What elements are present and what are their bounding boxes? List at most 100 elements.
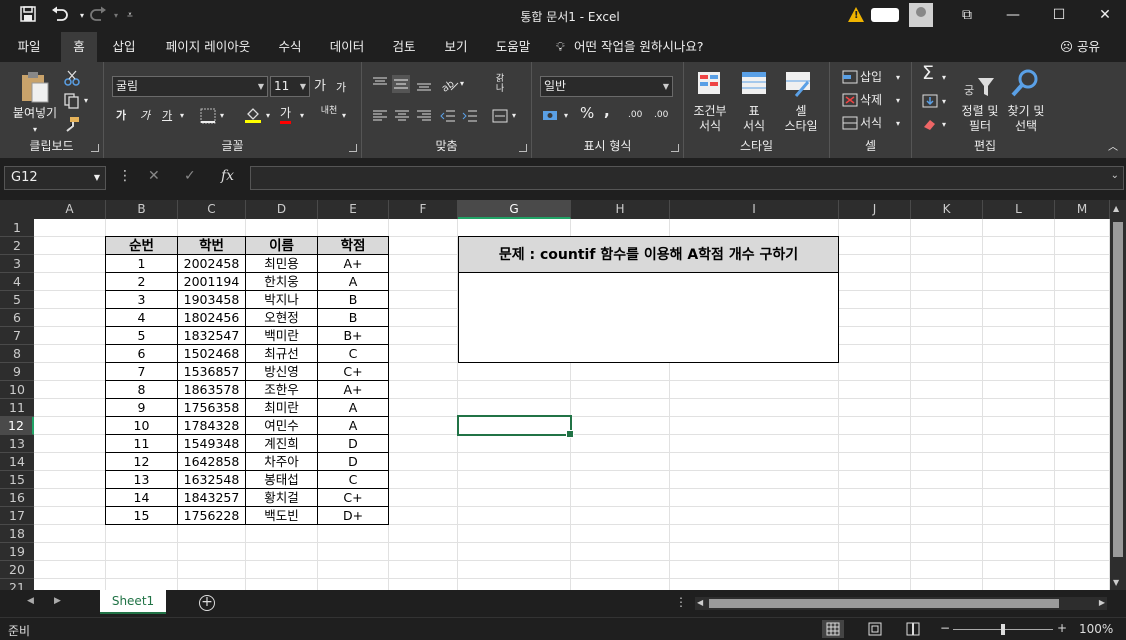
cell-name[interactable]: 최규선 — [245, 344, 318, 363]
cell-grade[interactable]: C — [317, 344, 389, 363]
phonetic-dropdown-icon[interactable]: ▾ — [342, 108, 346, 123]
merge-center-icon[interactable] — [492, 108, 508, 124]
number-format-select[interactable]: 일반 ▼ — [540, 76, 673, 97]
delete-cells-button[interactable]: 삭제 — [860, 93, 882, 108]
bottom-align-icon[interactable] — [416, 76, 432, 92]
borders-icon[interactable] — [200, 108, 216, 124]
tab-insert[interactable]: 삽입 — [104, 32, 144, 62]
fill-dropdown-icon[interactable]: ▾ — [942, 94, 946, 109]
alignment-launcher-icon[interactable] — [519, 144, 527, 152]
column-header-l[interactable]: L — [983, 200, 1055, 219]
sheet-tab-sheet1[interactable]: Sheet1 — [100, 590, 166, 614]
paste-button[interactable]: 붙여넣기 — [6, 106, 64, 121]
format-dropdown-icon[interactable]: ▾ — [896, 116, 900, 131]
minimize-button[interactable]: — — [990, 0, 1036, 32]
cell-grade[interactable]: C+ — [317, 488, 389, 507]
cell-grade[interactable]: B+ — [317, 326, 389, 345]
clipboard-launcher-icon[interactable] — [91, 144, 99, 152]
row-header-4[interactable]: 4 — [0, 273, 34, 291]
delete-dropdown-icon[interactable]: ▾ — [896, 93, 900, 108]
column-header-k[interactable]: K — [911, 200, 983, 219]
column-header-g[interactable]: G — [458, 200, 571, 219]
phonetic-button[interactable]: 내천 — [318, 106, 340, 116]
align-center-icon[interactable] — [394, 108, 410, 124]
add-sheet-button[interactable]: + — [199, 595, 215, 611]
row-header-2[interactable]: 2 — [0, 237, 34, 255]
close-button[interactable]: ✕ — [1082, 0, 1126, 32]
cell-student-id[interactable]: 1832547 — [177, 326, 246, 345]
cell-number[interactable]: 5 — [105, 326, 178, 345]
tell-me-search[interactable]: 💡︎ 어떤 작업을 원하시나요? — [556, 32, 704, 62]
cell-name[interactable]: 백미란 — [245, 326, 318, 345]
maximize-button[interactable]: ☐ — [1036, 0, 1082, 32]
cancel-entry-button[interactable]: ✕ — [148, 168, 160, 184]
vertical-scroll-thumb[interactable] — [1113, 222, 1123, 557]
row-header-9[interactable]: 9 — [0, 363, 34, 381]
cell-grade[interactable]: D+ — [317, 506, 389, 525]
cell-name[interactable]: 차주아 — [245, 452, 318, 471]
column-header-f[interactable]: F — [389, 200, 458, 219]
bold-button[interactable]: 가 — [116, 108, 126, 123]
conditional-formatting-icon[interactable] — [696, 70, 726, 98]
cell-grade[interactable]: A+ — [317, 380, 389, 399]
cell-name[interactable]: 봉태섭 — [245, 470, 318, 489]
vertical-scrollbar[interactable]: ▲ ▼ — [1110, 200, 1126, 590]
increase-decimal-button[interactable]: .00 — [628, 108, 642, 123]
row-header-17[interactable]: 17 — [0, 507, 34, 525]
cell-number[interactable]: 8 — [105, 380, 178, 399]
orientation-dropdown-icon[interactable]: ▾ — [460, 76, 464, 91]
tab-review[interactable]: 검토 — [384, 32, 424, 62]
comma-style-button[interactable]: , — [604, 104, 610, 119]
row-header-11[interactable]: 11 — [0, 399, 34, 417]
cell-number[interactable]: 13 — [105, 470, 178, 489]
insert-cells-button[interactable]: 삽입 — [860, 70, 882, 85]
grow-font-button[interactable]: 가 — [314, 79, 326, 94]
scroll-up-icon[interactable]: ▲ — [1113, 204, 1119, 213]
format-as-table-button[interactable]: 표 서식 — [732, 104, 776, 134]
zoom-in-button[interactable]: + — [1057, 621, 1067, 635]
cell-grade[interactable]: A+ — [317, 254, 389, 273]
underline-button[interactable]: 가 — [162, 108, 172, 123]
decrease-decimal-button[interactable]: .00 — [654, 108, 668, 123]
prev-sheet-icon[interactable]: ◀ — [27, 596, 34, 606]
row-header-18[interactable]: 18 — [0, 525, 34, 543]
header-cell-number[interactable]: 순번 — [105, 236, 178, 255]
copy-dropdown-icon[interactable]: ▾ — [84, 93, 88, 108]
zoom-slider-handle[interactable] — [1001, 624, 1005, 635]
accounting-format-icon[interactable] — [542, 108, 562, 124]
cell-number[interactable]: 15 — [105, 506, 178, 525]
underline-dropdown-icon[interactable]: ▾ — [180, 108, 184, 123]
italic-button[interactable]: 가 — [140, 108, 150, 123]
row-header-8[interactable]: 8 — [0, 345, 34, 363]
column-header-b[interactable]: B — [106, 200, 178, 219]
cell-grade[interactable]: D — [317, 434, 389, 453]
row-header-21[interactable]: 21 — [0, 579, 34, 590]
autosum-dropdown-icon[interactable]: ▾ — [942, 70, 946, 85]
wrap-text-button[interactable]: 갉나 — [492, 74, 508, 94]
page-layout-view-icon[interactable] — [864, 620, 886, 638]
cell-student-id[interactable]: 1802456 — [177, 308, 246, 327]
tab-data[interactable]: 데이터 — [322, 32, 372, 62]
cell-number[interactable]: 1 — [105, 254, 178, 273]
row-header-12[interactable]: 12 — [0, 417, 34, 435]
tab-file[interactable]: 파일 — [6, 32, 52, 62]
header-cell-student-id[interactable]: 학번 — [177, 236, 246, 255]
avatar[interactable] — [909, 3, 933, 27]
cell-number[interactable]: 6 — [105, 344, 178, 363]
row-header-5[interactable]: 5 — [0, 291, 34, 309]
insert-cells-icon[interactable] — [842, 70, 858, 84]
formula-input[interactable]: ⌄ — [250, 166, 1124, 190]
tab-help[interactable]: 도움말 — [488, 32, 538, 62]
redo-icon[interactable] — [88, 6, 108, 26]
column-header-c[interactable]: C — [178, 200, 246, 219]
user-name[interactable] — [871, 8, 899, 22]
cell-number[interactable]: 9 — [105, 398, 178, 417]
font-color-button[interactable]: 가 — [280, 106, 292, 124]
paste-dropdown-icon[interactable]: ▾ — [28, 122, 42, 137]
tab-page-layout[interactable]: 페이지 레이아웃 — [156, 32, 260, 62]
row-header-6[interactable]: 6 — [0, 309, 34, 327]
align-left-icon[interactable] — [372, 108, 388, 124]
cell-styles-button[interactable]: 셀 스타일 — [776, 104, 826, 134]
row-header-20[interactable]: 20 — [0, 561, 34, 579]
cell-name[interactable]: 조한우 — [245, 380, 318, 399]
